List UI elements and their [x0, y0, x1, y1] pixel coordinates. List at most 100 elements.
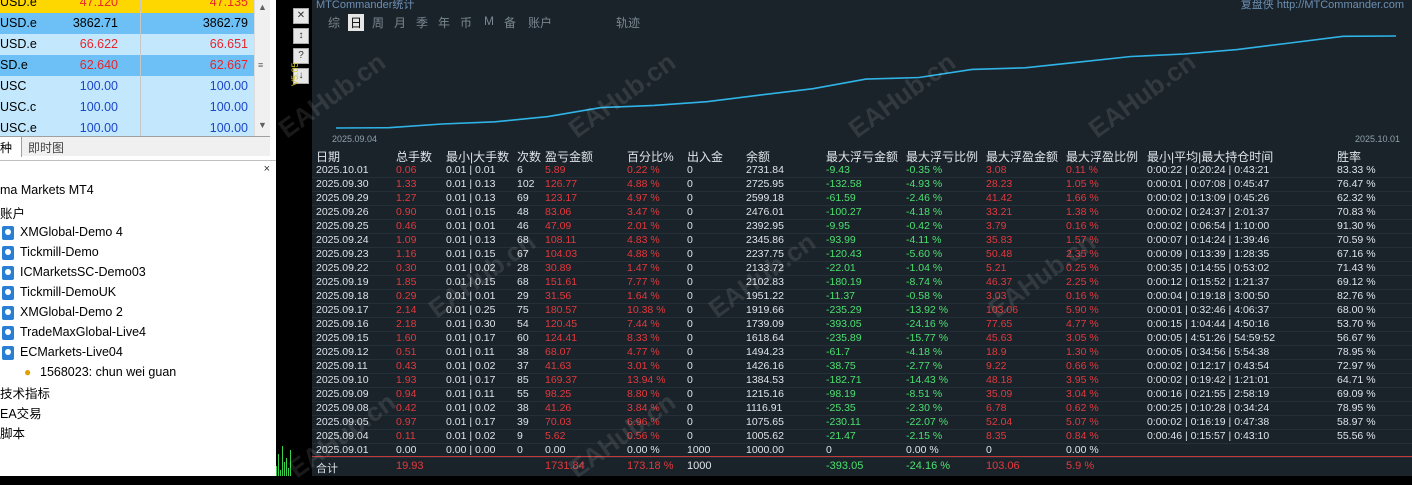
table-row[interactable]: 2025.09.12 0.51 0.01 | 0.11 38 68.07 4.77 % 0 1… [312, 346, 1412, 360]
column-header[interactable]: 次数 [517, 148, 541, 165]
period-button[interactable]: 综 [328, 14, 340, 31]
table-cell: 0.22 % [627, 164, 660, 176]
table-cell: -8.74 % [906, 276, 943, 288]
column-header[interactable]: 最小|平均|最大持仓时间 [1147, 148, 1273, 165]
table-row[interactable]: 2025.09.15 1.60 0.01 | 0.17 60 124.41 8.33 % 0… [312, 332, 1412, 346]
navigator-node[interactable]: EA交易 [0, 403, 42, 423]
scroll-down-icon[interactable]: ▼ [258, 120, 267, 130]
ask-value: 3862.79 [202, 16, 248, 30]
table-row[interactable]: 2025.09.25 0.46 0.01 | 0.01 46 47.09 2.01 % 0 2… [312, 220, 1412, 234]
column-header[interactable]: 最小|大手数 [446, 148, 509, 165]
period-button[interactable]: 日 [348, 14, 365, 31]
account-label: TradeMaxGlobal-Live4 [20, 325, 146, 339]
table-row[interactable]: 2025.09.29 1.27 0.01 | 0.13 69 123.17 4.97 % 0… [312, 192, 1412, 206]
tab-tick-chart[interactable]: 即时图 [28, 137, 72, 157]
table-cell: -230.11 [826, 416, 861, 428]
table-cell: 0 [687, 164, 693, 176]
table-row[interactable]: 2025.10.01 0.06 0.01 | 0.01 6 5.89 0.22 % 0 273… [312, 164, 1412, 178]
table-cell: -4.93 % [906, 178, 943, 190]
table-cell: 0:00:02 | 0:24:37 | 2:01:37 [1147, 206, 1270, 218]
table-row[interactable]: 2025.09.11 0.43 0.01 | 0.02 37 41.63 3.01 % 0 1… [312, 360, 1412, 374]
table-cell: 9.22 [986, 360, 1007, 372]
table-cell: 0.01 | 0.13 [446, 234, 496, 246]
curve-start-date: 2025.09.04 [332, 134, 378, 144]
period-button[interactable]: 月 [394, 14, 406, 31]
period-button[interactable]: 备 [504, 14, 516, 31]
table-row[interactable]: 2025.09.04 0.11 0.01 | 0.02 9 5.62 0.56 % 0 100… [312, 430, 1412, 444]
account-item[interactable]: ECMarkets-Live04 [2, 343, 262, 363]
table-cell: 0.30 [396, 262, 417, 274]
table-cell: 64.71 % [1337, 374, 1376, 386]
table-cell: 4.88 % [627, 248, 660, 260]
quote-row[interactable]: SD.e 62.640 62.667 [0, 55, 254, 76]
quote-row[interactable]: USC.c 100.00 100.00 [0, 97, 254, 118]
table-row[interactable]: 2025.09.08 0.42 0.01 | 0.02 38 41.26 3.84 % 0 1… [312, 402, 1412, 416]
table-row[interactable]: 2025.09.30 1.33 0.01 | 0.13 102 126.77 4.88 %… [312, 178, 1412, 192]
table-cell: 31.56 [545, 290, 572, 302]
quote-row[interactable]: USD.e 3862.71 3862.79 [0, 13, 254, 34]
table-cell: 9 [517, 430, 523, 442]
column-header[interactable]: 余额 [746, 148, 770, 165]
account-item[interactable]: TradeMaxGlobal-Live4 [2, 323, 262, 343]
column-header[interactable]: 百分比% [627, 148, 674, 165]
table-cell: 0:00:02 | 0:13:09 | 0:45:26 [1147, 192, 1270, 204]
scroll-up-icon[interactable]: ▲ [258, 2, 267, 12]
vertical-scrollbar[interactable]: ▲ ≡ ▼ [254, 0, 270, 136]
column-header[interactable]: 盈亏金额 [545, 148, 593, 165]
column-header[interactable]: 最大浮盈比例 [1066, 148, 1138, 165]
table-cell: 0:00:46 | 0:15:57 | 0:43:10 [1147, 430, 1270, 442]
quote-row[interactable]: USD.e 47.120 47.135 [0, 0, 254, 13]
table-cell: 48.18 [986, 374, 1013, 386]
period-button[interactable]: 季 [416, 14, 428, 31]
period-button[interactable]: 轨迹 [616, 14, 640, 31]
table-row[interactable]: 2025.09.24 1.09 0.01 | 0.13 68 108.11 4.83 % 0… [312, 234, 1412, 248]
column-header[interactable]: 最大浮盈金额 [986, 148, 1058, 165]
column-header[interactable]: 最大浮亏比例 [906, 148, 978, 165]
period-button[interactable]: 周 [372, 14, 384, 31]
table-cell: 2025.09.23 [316, 248, 369, 260]
total-cell: -24.16 % [906, 460, 951, 472]
period-button[interactable]: 币 [460, 14, 472, 31]
table-cell: 0 [687, 276, 693, 288]
tab-symbols[interactable]: 种 [0, 137, 22, 157]
table-row[interactable]: 2025.09.05 0.97 0.01 | 0.17 39 70.03 6.96 % 0 1… [312, 416, 1412, 430]
table-cell: 48 [517, 206, 529, 218]
sub-account-item[interactable]: ● 1568023: chun wei guan [2, 363, 262, 383]
table-row[interactable]: 2025.09.26 0.90 0.01 | 0.15 48 83.06 3.47 % 0 2… [312, 206, 1412, 220]
period-button[interactable]: M [484, 14, 494, 28]
account-item[interactable]: Tickmill-DemoUK [2, 283, 262, 303]
table-row[interactable]: 2025.09.17 2.14 0.01 | 0.25 75 180.57 10.38 %… [312, 304, 1412, 318]
table-cell: 0.46 [396, 220, 417, 232]
table-cell: 2025.09.19 [316, 276, 369, 288]
period-button[interactable]: 年 [438, 14, 450, 31]
table-cell: 6 [517, 164, 523, 176]
table-cell: 0.97 [396, 416, 417, 428]
navigator-node[interactable]: 脚本 [0, 423, 25, 443]
column-header[interactable]: 最大浮亏金额 [826, 148, 898, 165]
table-cell: 0.00 % [1066, 444, 1099, 456]
table-cell: 0.01 | 0.02 [446, 360, 496, 372]
site-link[interactable]: 复盘侠 http://MTCommander.com [1241, 0, 1404, 12]
table-cell: 0.01 | 0.13 [446, 178, 496, 190]
close-icon[interactable]: ✕ [293, 8, 309, 24]
table-cell: 1.05 % [1066, 178, 1099, 190]
period-button[interactable]: 账户 [528, 14, 552, 31]
quote-row[interactable]: USD.e 66.622 66.651 [0, 34, 254, 55]
column-header[interactable]: 胜率 [1337, 148, 1361, 165]
table-cell: 0:00:35 | 0:14:55 | 0:53:02 [1147, 262, 1270, 274]
account-item[interactable]: XMGlobal-Demo 2 [2, 303, 262, 323]
close-icon[interactable]: × [264, 163, 270, 175]
column-header[interactable]: 总手数 [396, 148, 432, 165]
column-header[interactable]: 日期 [316, 148, 340, 165]
table-row[interactable]: 2025.09.09 0.94 0.01 | 0.11 55 98.25 8.80 % 0 1… [312, 388, 1412, 402]
column-header[interactable]: 出入金 [687, 148, 723, 165]
table-row[interactable]: 2025.09.10 1.93 0.01 | 0.17 85 169.37 13.94 %… [312, 374, 1412, 388]
table-row[interactable]: 2025.09.16 2.18 0.01 | 0.30 54 120.45 7.44 % 0… [312, 318, 1412, 332]
table-cell: 45.63 [986, 332, 1013, 344]
sort-icon[interactable]: ↕ [293, 28, 309, 44]
navigator-node[interactable]: 技术指标 [0, 383, 50, 403]
quote-row[interactable]: USC 100.00 100.00 [0, 76, 254, 97]
table-cell: 13.94 % [627, 374, 666, 386]
accounts-node[interactable]: 账户 [0, 203, 25, 223]
table-cell: 2476.01 [746, 206, 784, 218]
